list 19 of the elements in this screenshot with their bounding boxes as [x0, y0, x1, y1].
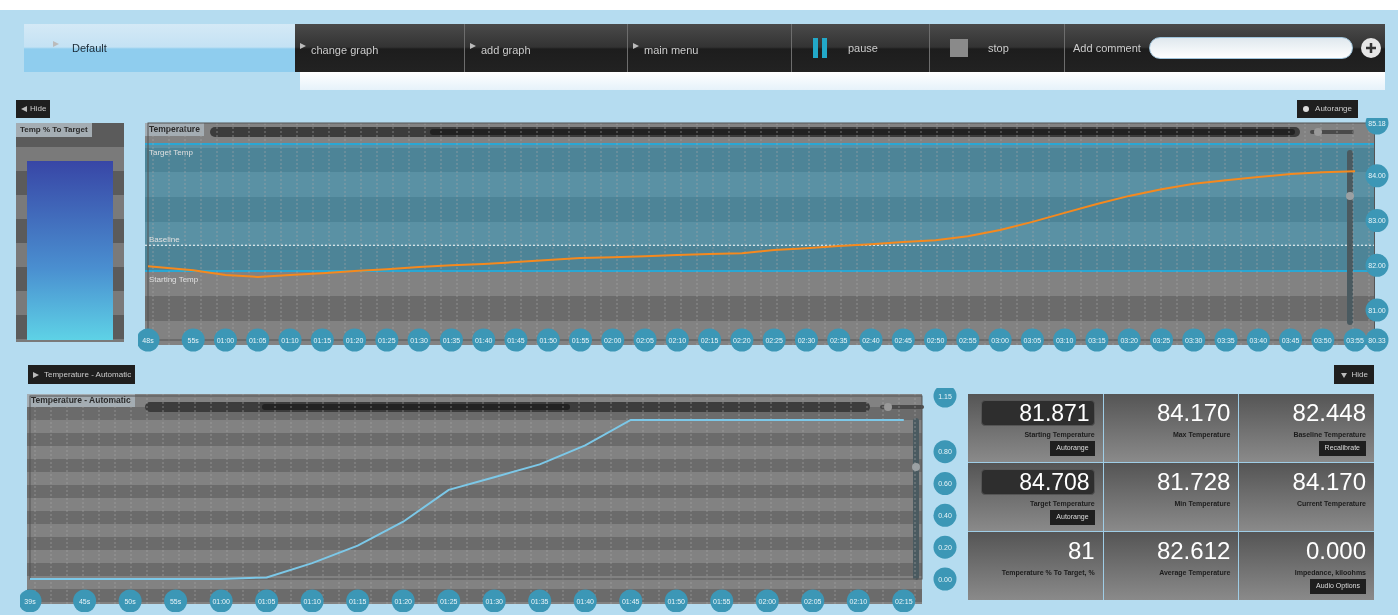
- chart-select-button[interactable]: Temperature - Automatic: [28, 365, 136, 384]
- comment-label: Add comment: [1073, 40, 1141, 56]
- reference-label: Starting Temp: [149, 275, 199, 285]
- value-field[interactable]: 81.871: [980, 400, 1095, 426]
- hide-button[interactable]: Hide: [16, 100, 51, 118]
- metric-value: 81: [1067, 538, 1095, 564]
- value-field[interactable]: 84.708: [980, 469, 1095, 495]
- gauge-title: Temp % To Target: [16, 123, 92, 137]
- metric-value: 0.000: [1305, 538, 1366, 564]
- autorange-button[interactable]: Autorange: [1297, 100, 1358, 118]
- hide-button[interactable]: Hide: [1333, 365, 1374, 384]
- metric-value: 84.170: [1292, 469, 1366, 495]
- metric-value: 82.448: [1292, 400, 1366, 426]
- metric-value: 81.728: [1156, 469, 1231, 495]
- metric-value: 82.612: [1156, 538, 1231, 564]
- metric-value: 84.170: [1156, 400, 1231, 426]
- tab[interactable]: Default: [24, 24, 295, 72]
- reference-label: Target Temp: [149, 148, 193, 158]
- reference-label: Baseline: [149, 235, 180, 245]
